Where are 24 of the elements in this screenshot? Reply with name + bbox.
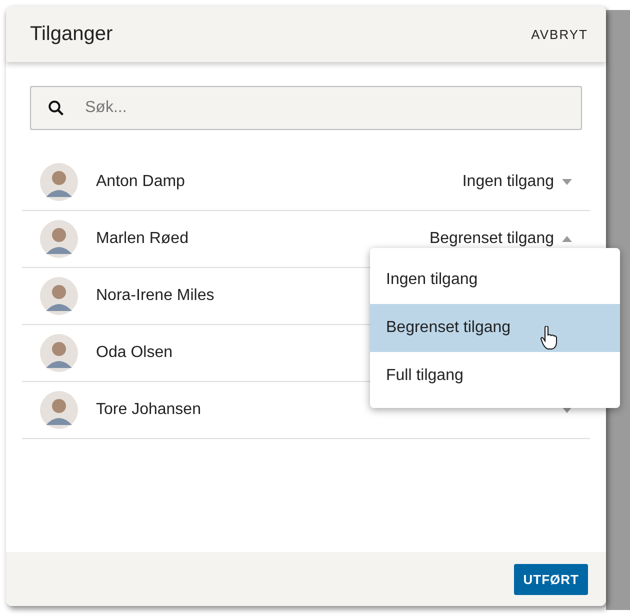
menu-item[interactable]: Ingen tilgang [370,256,620,304]
person-name: Nora-Irene Miles [96,287,216,305]
search-icon [47,99,65,117]
caret-icon [562,179,572,185]
caret-icon [562,236,572,242]
access-select[interactable]: Ingen tilgang [462,173,572,191]
avatar-icon [40,163,78,201]
person-name: Oda Olsen [96,344,174,362]
person-name: Tore Johansen [96,401,202,419]
cancel-button[interactable]: AVBRYT [527,22,592,46]
access-select[interactable]: Begrenset tilgang [429,230,572,248]
menu-item[interactable]: Begrenset tilgang [370,304,620,352]
avatar-icon [40,277,78,315]
avatar-icon [40,391,78,429]
avatar-icon [40,334,78,372]
search-input[interactable]: Søk... [83,98,565,118]
avatar-icon [40,220,78,258]
person-name: Marlen Røed [96,230,190,248]
person-name: Anton Damp [96,173,186,191]
hand-cursor-icon [540,326,558,350]
search-field[interactable]: Søk... [30,86,582,130]
dialog-title: Tilganger [30,22,113,46]
done-button[interactable]: UTFØRT [514,564,588,594]
menu-item[interactable]: Full tilgang [370,352,620,400]
